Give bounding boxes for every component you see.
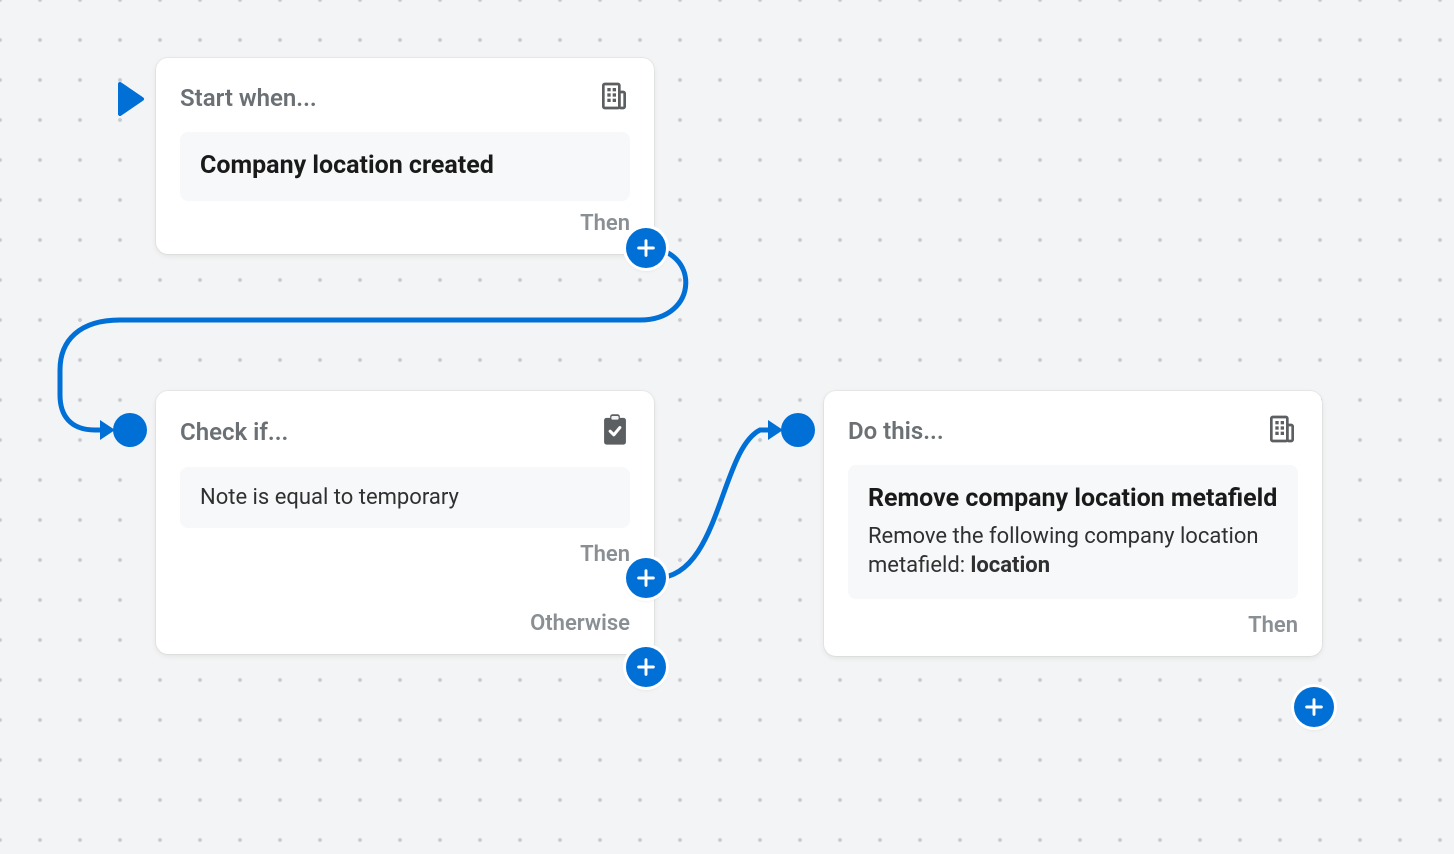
then-label: Then — [580, 211, 630, 236]
condition-then-row: Then — [180, 542, 630, 567]
building-icon — [598, 80, 630, 116]
plus-icon — [635, 237, 657, 259]
card-title-label: Do this... — [848, 417, 944, 445]
card-header: Do this... — [848, 413, 1298, 449]
add-then-button[interactable] — [1294, 687, 1334, 727]
clipboard-check-icon — [600, 413, 630, 451]
plus-icon — [635, 567, 657, 589]
action-node-marker — [781, 413, 815, 447]
add-then-button[interactable] — [626, 558, 666, 598]
otherwise-label: Otherwise — [530, 611, 630, 636]
card-title-label: Start when... — [180, 84, 317, 112]
plus-icon — [635, 656, 657, 678]
condition-card[interactable]: Check if... Note is equal to temporary T… — [156, 391, 654, 654]
action-description: Remove the following company location me… — [868, 522, 1278, 581]
condition-content: Note is equal to temporary — [180, 467, 630, 528]
action-content: Remove company location metafield Remove… — [848, 465, 1298, 599]
condition-otherwise-row: Otherwise — [180, 611, 630, 636]
then-label: Then — [580, 542, 630, 567]
action-title: Remove company location metafield — [868, 483, 1278, 516]
trigger-card[interactable]: Start when... Company location created T… — [156, 58, 654, 254]
add-then-button[interactable] — [626, 228, 666, 268]
building-icon — [1266, 413, 1298, 449]
condition-text: Note is equal to temporary — [200, 485, 610, 510]
plus-icon — [1303, 696, 1325, 718]
action-footer: Then — [848, 613, 1298, 638]
then-label: Then — [1248, 613, 1298, 638]
add-otherwise-button[interactable] — [626, 647, 666, 687]
card-header: Check if... — [180, 413, 630, 451]
action-card[interactable]: Do this... Remove company location metaf… — [824, 391, 1322, 656]
card-header: Start when... — [180, 80, 630, 116]
trigger-content: Company location created — [180, 132, 630, 201]
card-title-label: Check if... — [180, 418, 288, 446]
condition-node-marker — [113, 413, 147, 447]
trigger-title: Company location created — [200, 150, 610, 183]
workflow-canvas[interactable]: Start when... Company location created T… — [0, 0, 1454, 854]
play-icon — [118, 82, 146, 120]
trigger-footer: Then — [180, 211, 630, 236]
